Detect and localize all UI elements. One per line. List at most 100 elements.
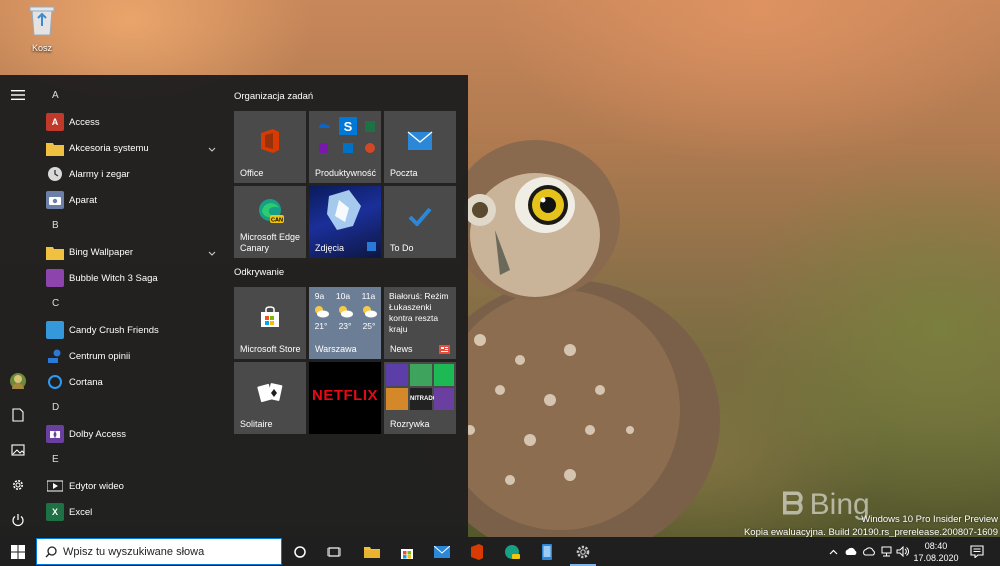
cortana-button[interactable]	[283, 537, 317, 566]
app-list-item[interactable]: Bing Wallpaper	[36, 239, 222, 265]
app-list-item[interactable]: Candy Crush Friends	[36, 317, 222, 343]
game-tile-thumb	[410, 364, 432, 386]
tile-edge-canary[interactable]: CAN Microsoft Edge Canary	[234, 186, 306, 258]
taskbar-settings[interactable]	[566, 537, 600, 566]
app-list-item[interactable]: Bubble Witch 3 Saga	[36, 265, 222, 291]
user-account-button[interactable]	[8, 371, 28, 391]
action-center-button[interactable]	[966, 537, 988, 566]
windows-logo-icon	[11, 544, 25, 559]
app-list-item[interactable]: Dolby Access	[36, 421, 222, 447]
app-list-item[interactable]: Edytor wideo	[36, 473, 222, 499]
documents-button[interactable]	[8, 405, 28, 425]
taskbar-file-explorer[interactable]	[355, 537, 389, 566]
tile-store-label: Microsoft Store	[240, 344, 301, 354]
hamburger-menu-button[interactable]	[8, 85, 28, 105]
start-button[interactable]	[0, 537, 36, 566]
avatar	[10, 373, 26, 389]
network-icon	[881, 546, 891, 557]
app-list-item[interactable]: Centrum opinii	[36, 343, 222, 369]
store-bag-icon	[401, 548, 413, 559]
app-list-letter-header[interactable]: A	[36, 83, 222, 109]
partly-sunny-icon	[339, 306, 353, 318]
tile-solitaire-label: Solitaire	[240, 419, 273, 429]
mail-icon	[434, 545, 450, 558]
cloud-icon	[845, 547, 857, 555]
task-view-icon	[327, 546, 341, 557]
taskbar-office[interactable]	[460, 537, 494, 566]
camera-icon	[46, 191, 64, 209]
feedback-icon	[46, 348, 64, 364]
tile-todo[interactable]: To Do	[384, 186, 456, 258]
weather-temps: 21° 23° 25°	[309, 321, 381, 331]
pictures-button[interactable]	[8, 440, 28, 460]
app-list-letter-header[interactable]: E	[36, 447, 222, 473]
store-bag-icon	[261, 306, 279, 328]
app-list-item-label: Alarmy i zegar	[69, 168, 130, 180]
app-list-item[interactable]: Akcesoria systemu	[36, 135, 222, 161]
app-list-item[interactable]: A Access	[36, 109, 222, 135]
pictures-icon	[11, 444, 25, 456]
chevron-up-icon	[829, 549, 837, 554]
tile-solitaire[interactable]: Solitaire	[234, 362, 306, 434]
tile-todo-label: To Do	[390, 243, 414, 253]
weather-icons	[309, 304, 381, 318]
tile-rozrywka[interactable]: NITRADO Rozrywka	[384, 362, 456, 434]
tile-produktywnosc[interactable]: S Produktywność	[309, 111, 381, 183]
chevron-down-icon	[208, 144, 216, 155]
tile-zdjecia[interactable]: Zdjęcia	[309, 186, 381, 258]
partly-sunny-icon	[363, 306, 377, 318]
excel-icon: X	[46, 503, 64, 521]
office-icon	[261, 129, 279, 154]
checkmark-icon	[408, 207, 432, 227]
search-box[interactable]: Wpisz tu wyszukiwane słowa	[36, 538, 282, 565]
svg-text:CAN: CAN	[271, 218, 283, 224]
tile-netflix[interactable]: NETFLIX	[309, 362, 381, 434]
task-view-button[interactable]	[317, 537, 351, 566]
cortana-icon	[46, 374, 64, 390]
tile-edge-canary-label: Microsoft Edge Canary	[240, 232, 301, 253]
onedrive-tray[interactable]	[842, 537, 860, 566]
news-icon	[439, 345, 450, 354]
power-button[interactable]	[8, 510, 28, 530]
taskbar-store[interactable]	[390, 537, 424, 566]
app-list-item[interactable]: Aparat	[36, 187, 222, 213]
settings-button[interactable]	[8, 475, 28, 495]
onedrive-outline-tray[interactable]	[860, 537, 878, 566]
weather-temp: 23°	[338, 321, 352, 331]
weather-hour: 11a	[361, 291, 376, 301]
tile-poczta[interactable]: Poczta	[384, 111, 456, 183]
tile-weather[interactable]: 9a 10a 11a 21° 23° 25° Warszawa	[309, 287, 381, 359]
app-list-letter-header[interactable]: B	[36, 213, 222, 239]
video-editor-icon	[46, 479, 64, 493]
recycle-bin-shortcut[interactable]: Kosz	[22, 4, 62, 53]
tile-poczta-label: Poczta	[390, 168, 418, 178]
app-list-item-label: Cortana	[69, 376, 103, 388]
weather-temp: 21°	[314, 321, 328, 331]
chevron-down-icon	[208, 248, 216, 259]
show-hidden-icons-button[interactable]	[826, 537, 840, 566]
app-list-item[interactable]: Alarmy i zegar	[36, 161, 222, 187]
network-tray[interactable]	[878, 537, 894, 566]
tile-microsoft-store[interactable]: Microsoft Store	[234, 287, 306, 359]
app-list-letter-header[interactable]: D	[36, 395, 222, 421]
folder-icon	[364, 547, 380, 558]
build-watermark: Windows 10 Pro Insider Preview Kopia ewa…	[744, 513, 998, 539]
speaker-icon	[896, 546, 909, 557]
app-list-letter-header[interactable]: C	[36, 291, 222, 317]
app-list-item[interactable]: X Excel	[36, 499, 222, 525]
taskbar-edge-canary[interactable]	[495, 537, 529, 566]
netflix-logo: NETFLIX	[312, 387, 378, 404]
dolby-icon	[46, 425, 64, 443]
taskbar-phone-app[interactable]	[530, 537, 564, 566]
taskbar-clock[interactable]: 08:40 17.08.2020	[910, 540, 962, 564]
volume-tray[interactable]	[894, 537, 910, 566]
clock-icon	[46, 166, 64, 182]
group-title-organizacja: Organizacja zadań	[234, 91, 314, 102]
tile-news[interactable]: Białoruś: Reżim Łukaszenki kontra reszta…	[384, 287, 456, 359]
spotify-icon	[434, 364, 454, 386]
tile-office[interactable]: Office	[234, 111, 306, 183]
taskbar-mail[interactable]	[425, 537, 459, 566]
news-headline: Białoruś: Reżim Łukaszenki kontra reszta…	[389, 291, 449, 334]
app-list-item[interactable]: Cortana	[36, 369, 222, 395]
group-title-odkrywanie: Odkrywanie	[234, 267, 285, 278]
